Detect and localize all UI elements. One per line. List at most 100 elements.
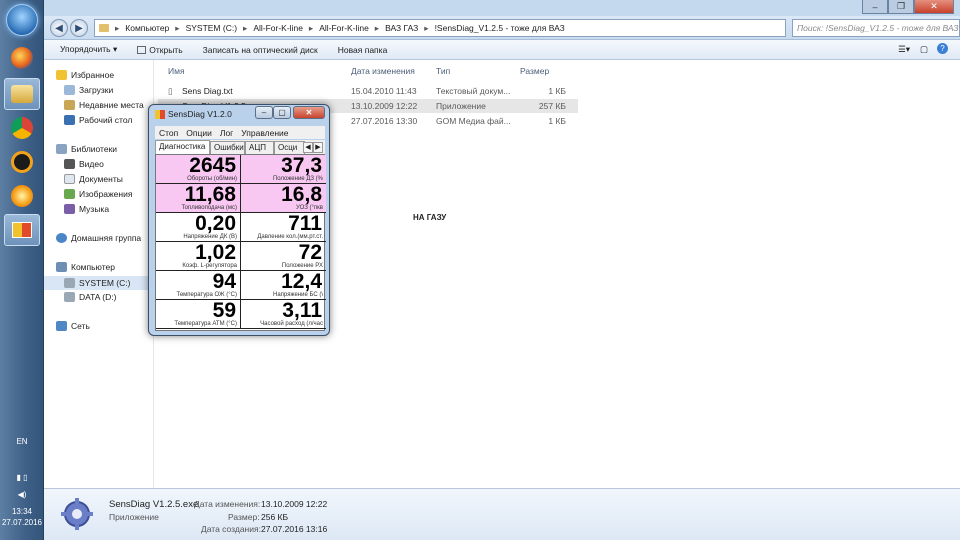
sensdiag-window[interactable]: SensDiag V1.2.0 – ▢ ✕ Стоп Опции Лог Упр… [148,104,330,336]
nav-documents[interactable]: Документы [64,174,123,184]
new-folder-button[interactable]: Новая папка [334,43,392,57]
forward-button[interactable]: ▶ [70,19,88,37]
media-taskbar-button[interactable] [4,180,40,212]
explorer-taskbar-button[interactable] [4,78,40,110]
start-button[interactable] [6,4,38,36]
breadcrumb-item[interactable]: All-For-K-line [319,23,369,33]
language-indicator[interactable]: EN [0,437,44,446]
nav-system-c[interactable]: SYSTEM (C:) [44,276,154,290]
minimize-button[interactable]: – [862,0,888,14]
nav-recent[interactable]: Недавние места [64,100,144,110]
sensor-value: 94 [212,271,236,293]
chevron-right-icon[interactable]: ▸ [115,23,119,34]
details-size: 256 КБ [261,512,289,522]
sensor-value: 16,8 [281,184,322,206]
preview-pane-icon[interactable]: ▢ [920,44,928,55]
battery-icon[interactable]: ▯ [23,473,27,482]
column-type[interactable]: Тип [436,66,450,76]
nav-label: Видео [79,159,104,169]
burn-button[interactable]: Записать на оптический диск [199,43,322,57]
details-filename: SensDiag V1.2.5.exe [109,499,199,510]
nav-music[interactable]: Музыка [64,204,109,214]
help-icon[interactable]: ? [937,43,948,54]
menu-log[interactable]: Лог [220,128,233,138]
nav-computer[interactable]: Компьютер [56,262,115,272]
downloads-icon [64,85,75,95]
column-date[interactable]: Дата изменения [351,66,415,76]
aimp-taskbar-button[interactable] [4,146,40,178]
sensdiag-minimize-button[interactable]: – [255,106,273,119]
sensdiag-close-button[interactable]: ✕ [293,106,325,119]
sensdiag-taskbar-button[interactable] [4,214,40,246]
column-name[interactable]: Имя [168,66,185,76]
organize-button[interactable]: Упорядочить ▾ [56,42,121,57]
nav-network[interactable]: Сеть [56,321,90,331]
sensor-cell: 59 Температура АТМ (°С) [156,300,241,329]
nav-favorites[interactable]: Избранное [56,70,114,80]
nav-data-d[interactable]: DATA (D:) [64,292,116,302]
nav-images[interactable]: Изображения [64,189,132,199]
sensor-cell: 1,02 Коэф. L-регулятора [156,242,241,271]
sensor-value: 3,11 [282,300,322,322]
menu-options[interactable]: Опции [186,128,212,138]
breadcrumb-item[interactable]: Компьютер [125,23,169,33]
sensor-cell: 11,68 Топливоподача (мс) [156,184,241,213]
maximize-button[interactable]: ❐ [888,0,914,14]
file-date: 15.04.2010 11:43 [351,86,417,96]
file-type: Текстовый докум... [436,86,511,96]
breadcrumb-item[interactable]: All-For-K-line [253,23,303,33]
firefox-taskbar-button[interactable] [4,42,40,74]
sensdiag-menubar: Стоп Опции Лог Управление [155,126,325,139]
nav-homegroup[interactable]: Домашняя группа [56,233,141,243]
chevron-right-icon[interactable]: ▸ [309,23,313,34]
text-file-icon: ▯ [168,86,173,96]
chevron-right-icon[interactable]: ▸ [424,23,428,34]
sensor-value: 711 [288,213,322,235]
tray-icons[interactable]: ▮ ▯ [0,473,44,482]
chevron-right-icon[interactable]: ▸ [243,23,247,34]
breadcrumb[interactable]: ▸ Компьютер ▸ SYSTEM (C:) ▸ All-For-K-li… [94,19,786,37]
chevron-right-icon[interactable]: ▸ [175,23,179,34]
sensor-cell: 12,4 Напряжение БС (\ [241,271,326,300]
volume-icon[interactable]: ◀) [0,490,44,499]
signal-icon[interactable]: ▮ [16,473,20,482]
tab-scroll-right-icon[interactable]: ▶ [313,142,323,153]
nav-desktop[interactable]: Рабочий стол [64,115,132,125]
tab-errors[interactable]: Ошибки [210,141,245,154]
clock-time[interactable]: 13:34 [0,507,44,516]
sensdiag-titlebar[interactable]: SensDiag V1.2.0 [155,109,232,119]
sensor-label: Топливоподача (мс) [181,205,237,211]
nav-libraries[interactable]: Библиотеки [56,144,117,154]
nav-label: Библиотеки [71,144,118,154]
video-icon [64,159,75,169]
breadcrumb-item[interactable]: SYSTEM (C:) [186,23,237,33]
chrome-taskbar-button[interactable] [4,112,40,144]
chevron-right-icon[interactable]: ▸ [375,23,379,34]
sensdiag-maximize-button[interactable]: ▢ [273,106,291,119]
search-input[interactable]: Поиск: !SensDiag_V1.2.5 - тоже для ВАЗ [792,19,960,37]
open-button[interactable]: Открыть [133,43,186,57]
nav-downloads[interactable]: Загрузки [64,85,113,95]
breadcrumb-item[interactable]: ВАЗ ГАЗ [385,23,418,33]
tab-adc[interactable]: АЦП [245,141,274,154]
window-titlebar[interactable]: – ❐ ✕ [44,0,960,16]
tab-oscilloscope[interactable]: Осци [274,141,305,154]
view-options-icon[interactable]: ☰▾ [898,44,910,55]
aimp-icon [11,151,33,173]
menu-stop[interactable]: Стоп [159,128,178,138]
menu-control[interactable]: Управление [241,128,288,138]
breadcrumb-item[interactable]: !SensDiag_V1.2.5 - тоже для ВАЗ [435,23,565,33]
tab-scroll-left-icon[interactable]: ◀ [303,142,313,153]
sensor-value: 72 [298,242,322,264]
column-size[interactable]: Размер [520,66,549,76]
nav-video[interactable]: Видео [64,159,104,169]
clock-date[interactable]: 27.07.2016 [0,518,44,527]
back-button[interactable]: ◀ [50,19,68,37]
tab-diagnostics[interactable]: Диагностика [155,140,210,154]
command-bar: Упорядочить ▾ Открыть Записать на оптиче… [44,40,960,60]
file-row[interactable]: ▯ Sens Diag.txt 15.04.2010 11:43 Текстов… [158,84,578,98]
taskbar: EN ▮ ▯ ◀) 13:34 27.07.2016 [0,0,44,540]
close-button[interactable]: ✕ [914,0,954,14]
sensor-label: Напряжение БС (\ [273,292,323,298]
computer-icon [56,262,67,272]
